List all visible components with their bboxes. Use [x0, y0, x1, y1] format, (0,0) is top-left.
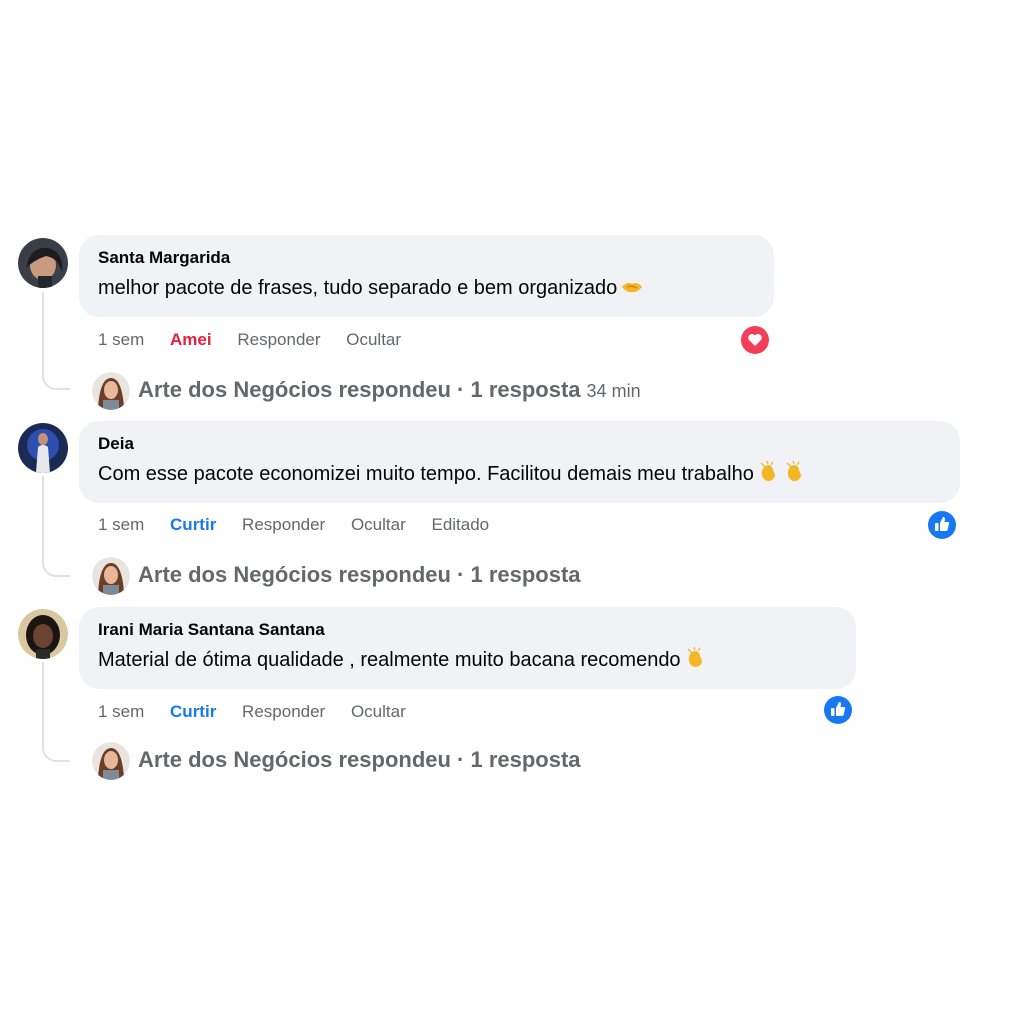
comment-text: Material de ótima qualidade , realmente …: [98, 645, 836, 675]
thread-connector: [42, 292, 70, 390]
replies-summary[interactable]: Arte dos Negócios respondeu · 1 resposta…: [92, 371, 641, 411]
comment-text: Com esse pacote economizei muito tempo. …: [98, 459, 940, 489]
like-reaction-icon[interactable]: [824, 696, 852, 724]
like-button[interactable]: Curtir: [170, 702, 216, 721]
reply-time: 34 min: [586, 381, 641, 401]
page-avatar: [92, 742, 130, 781]
reaction-button[interactable]: Amei: [170, 330, 212, 349]
avatar[interactable]: [18, 423, 68, 473]
comment-author[interactable]: Deia: [98, 433, 940, 455]
hide-button[interactable]: Ocultar: [351, 702, 406, 721]
comment-author[interactable]: Irani Maria Santana Santana: [98, 619, 836, 641]
hide-button[interactable]: Ocultar: [351, 515, 406, 534]
comment-bubble: Deia Com esse pacote economizei muito te…: [79, 421, 960, 503]
reply-button[interactable]: Responder: [242, 515, 325, 534]
like-reaction-icon[interactable]: [928, 511, 956, 539]
thread-connector: [42, 662, 70, 762]
clapping-hands-emoji-icon: [685, 647, 707, 669]
thread-connector: [42, 476, 70, 577]
comment-time[interactable]: 1 sem: [98, 702, 144, 721]
like-button[interactable]: Curtir: [170, 515, 216, 534]
avatar[interactable]: [18, 609, 68, 659]
hide-button[interactable]: Ocultar: [346, 330, 401, 349]
comment-bubble: Santa Margarida melhor pacote de frases,…: [79, 235, 774, 317]
replies-summary[interactable]: Arte dos Negócios respondeu · 1 resposta: [92, 556, 581, 596]
page-avatar: [92, 372, 130, 411]
love-reaction-icon[interactable]: [741, 326, 769, 354]
handshake-emoji-icon: [621, 275, 643, 297]
comment-time[interactable]: 1 sem: [98, 330, 144, 349]
avatar[interactable]: [18, 238, 68, 288]
comment-actions: 1 sem Curtir Responder Ocultar Editado: [98, 513, 510, 537]
clapping-hands-emoji-icon: [758, 461, 780, 483]
comment-bubble: Irani Maria Santana Santana Material de …: [79, 607, 856, 689]
comment-time[interactable]: 1 sem: [98, 515, 144, 534]
comment-actions: 1 sem Curtir Responder Ocultar: [98, 700, 427, 724]
reply-button[interactable]: Responder: [237, 330, 320, 349]
clapping-hands-emoji-icon: [784, 461, 806, 483]
reply-summary-text[interactable]: Arte dos Negócios respondeu · 1 resposta: [138, 377, 581, 402]
comment-actions: 1 sem Amei Responder Ocultar: [98, 328, 422, 352]
replies-summary[interactable]: Arte dos Negócios respondeu · 1 resposta: [92, 741, 581, 781]
edited-label: Editado: [431, 515, 490, 534]
reply-button[interactable]: Responder: [242, 702, 325, 721]
page-avatar: [92, 557, 130, 596]
reply-summary-text[interactable]: Arte dos Negócios respondeu · 1 resposta: [138, 747, 581, 772]
reply-summary-text[interactable]: Arte dos Negócios respondeu · 1 resposta: [138, 562, 581, 587]
comment-text: melhor pacote de frases, tudo separado e…: [98, 273, 754, 303]
comment-author[interactable]: Santa Margarida: [98, 247, 754, 269]
